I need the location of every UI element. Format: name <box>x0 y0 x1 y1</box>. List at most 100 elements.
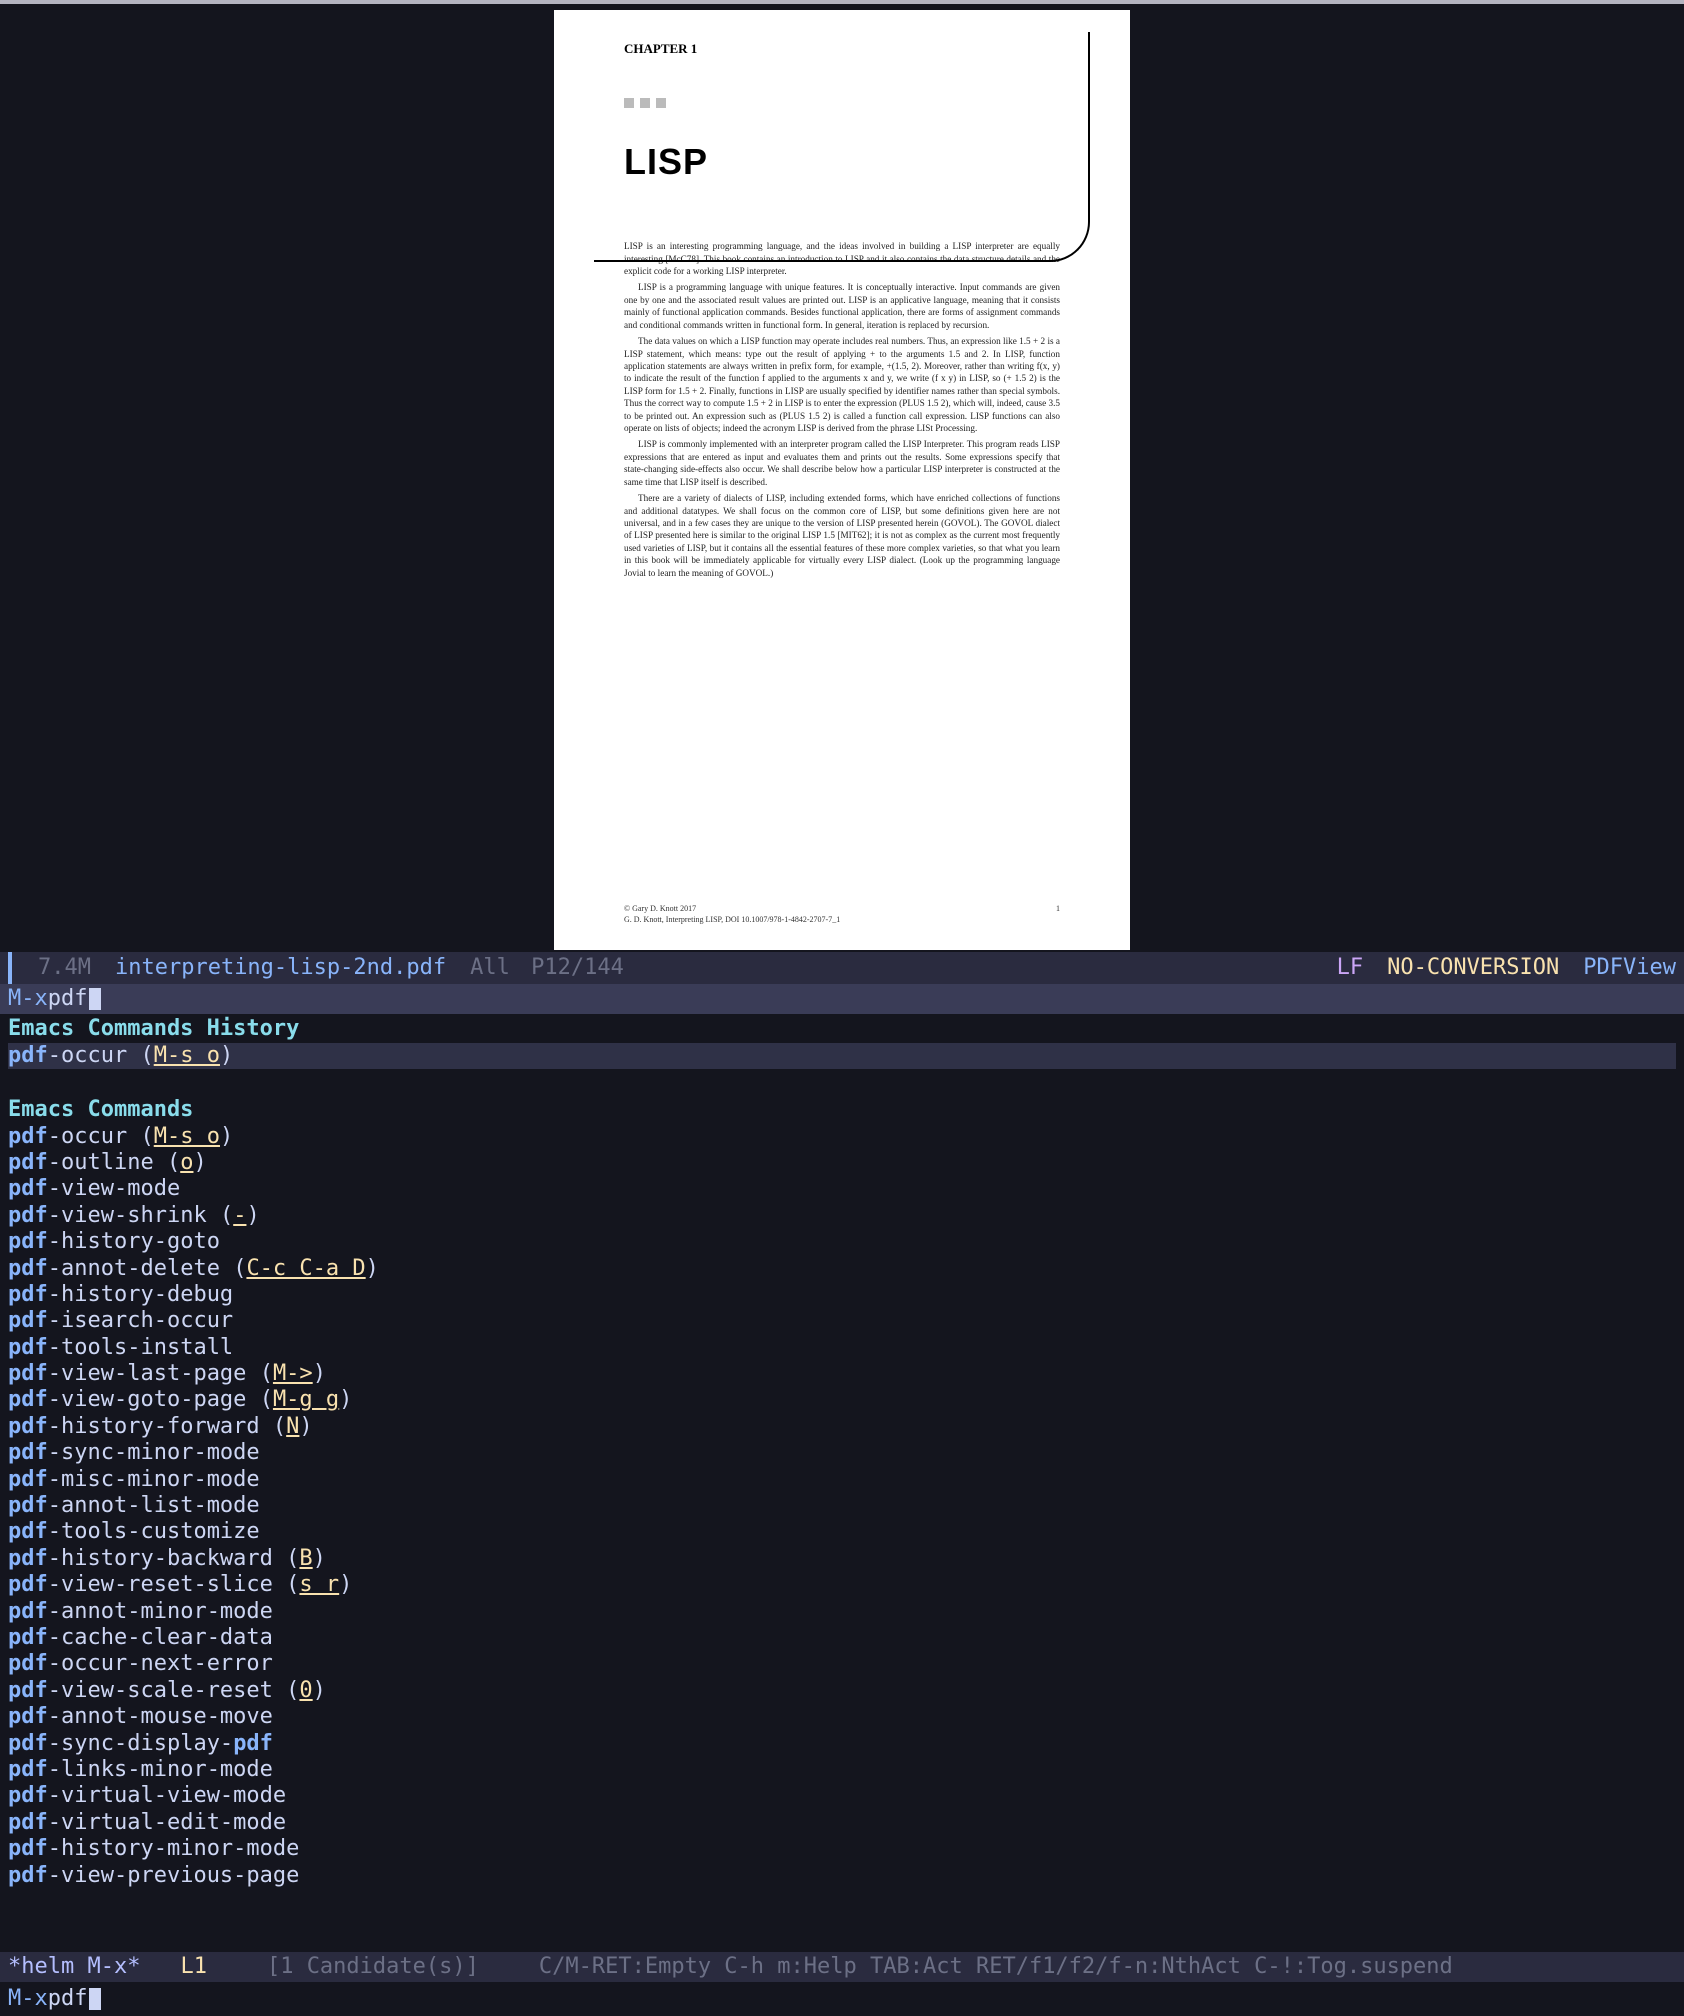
paren-close: ) <box>339 1572 352 1597</box>
helm-candidate-match: pdf <box>8 1651 48 1676</box>
helm-candidate-rest: -virtual-view-mode <box>48 1783 286 1808</box>
helm-candidate-match: pdf <box>8 1043 48 1068</box>
pdf-page-number: 1 <box>1056 904 1060 926</box>
helm-candidate[interactable]: pdf-annot-list-mode <box>8 1493 1676 1519</box>
helm-candidate[interactable]: pdf-outline (o) <box>8 1150 1676 1176</box>
cursor-icon <box>89 1988 101 2010</box>
helm-candidate[interactable]: pdf-sync-minor-mode <box>8 1440 1676 1466</box>
helm-candidate-rest: -view-mode <box>48 1176 180 1201</box>
pdf-paragraph: LISP is commonly implemented with an int… <box>624 438 1060 488</box>
helm-candidate-match: pdf <box>8 1440 48 1465</box>
helm-candidate-match: pdf <box>8 1572 48 1597</box>
helm-candidate-rest: -sync-minor-mode <box>48 1440 260 1465</box>
pdf-body-text: LISP is an interesting programming langu… <box>624 240 1060 579</box>
helm-candidate-match: pdf <box>8 1150 48 1175</box>
helm-candidate[interactable]: pdf-occur (M-s o) <box>8 1043 1676 1069</box>
modeline-coding: NO-CONVERSION <box>1387 955 1559 981</box>
helm-candidate-match: pdf <box>8 1467 48 1492</box>
helm-candidate[interactable]: pdf-view-scale-reset (0) <box>8 1678 1676 1704</box>
modeline-filesize: 7.4M <box>38 955 91 981</box>
helm-candidate[interactable]: pdf-virtual-edit-mode <box>8 1810 1676 1836</box>
paren-open: ( <box>233 1256 246 1281</box>
paren-open: ( <box>167 1150 180 1175</box>
helm-candidate[interactable]: pdf-annot-mouse-move <box>8 1704 1676 1730</box>
helm-candidate[interactable]: pdf-sync-display-pdf <box>8 1731 1676 1757</box>
helm-candidate-keybinding: - <box>233 1203 246 1228</box>
modeline-eol: LF <box>1337 955 1364 981</box>
helm-candidate[interactable]: pdf-view-mode <box>8 1176 1676 1202</box>
helm-candidate-rest: -links-minor-mode <box>48 1757 273 1782</box>
pdf-viewer-area[interactable]: CHAPTER 1 LISP LISP is an interesting pr… <box>0 4 1684 952</box>
helm-candidate-match: pdf <box>8 1836 48 1861</box>
helm-candidate-match: pdf <box>8 1124 48 1149</box>
minibuffer-prompt: M-x <box>8 986 48 1012</box>
pdf-page: CHAPTER 1 LISP LISP is an interesting pr… <box>554 10 1130 950</box>
helm-candidate[interactable]: pdf-cache-clear-data <box>8 1625 1676 1651</box>
minibuffer-prompt: M-x <box>8 1986 48 2012</box>
pdf-paragraph: The data values on which a LISP function… <box>624 335 1060 434</box>
helm-candidate[interactable]: pdf-history-backward (B) <box>8 1546 1676 1572</box>
helm-candidate[interactable]: pdf-view-reset-slice (s r) <box>8 1572 1676 1598</box>
helm-candidate-keybinding: M-s o <box>154 1043 220 1068</box>
helm-candidate-keybinding: M-> <box>273 1361 313 1386</box>
minibuffer-input-line[interactable]: M-x pdf <box>0 984 1684 1014</box>
helm-candidate-match: pdf <box>8 1678 48 1703</box>
helm-candidate-match: pdf <box>8 1203 48 1228</box>
helm-candidate-rest: -cache-clear-data <box>48 1625 273 1650</box>
paren-close: ) <box>313 1361 326 1386</box>
modeline-page: P12/144 <box>531 955 624 980</box>
helm-candidate-rest: -tools-customize <box>48 1519 260 1544</box>
paren-close: ) <box>246 1203 259 1228</box>
pdf-doi: G. D. Knott, Interpreting LISP, DOI 10.1… <box>624 915 840 926</box>
helm-section-header-commands: Emacs Commands <box>8 1097 1676 1123</box>
helm-candidate-rest: -view-scale-reset <box>48 1678 273 1703</box>
helm-candidate[interactable]: pdf-occur-next-error <box>8 1651 1676 1677</box>
helm-candidate-match: pdf <box>8 1810 48 1835</box>
helm-candidate[interactable]: pdf-annot-delete (C-c C-a D) <box>8 1256 1676 1282</box>
modeline-filename: interpreting-lisp-2nd.pdf <box>115 955 446 981</box>
helm-candidate[interactable]: pdf-occur (M-s o) <box>8 1124 1676 1150</box>
helm-candidate[interactable]: pdf-history-goto <box>8 1229 1676 1255</box>
helm-candidate-rest: -sync-display- <box>48 1731 233 1756</box>
helm-candidate[interactable]: pdf-isearch-occur <box>8 1308 1676 1334</box>
helm-candidate[interactable]: pdf-view-shrink (-) <box>8 1203 1676 1229</box>
pdf-copyright: © Gary D. Knott 2017 <box>624 904 840 915</box>
paren-open: ( <box>286 1546 299 1571</box>
helm-candidate[interactable]: pdf-virtual-view-mode <box>8 1783 1676 1809</box>
helm-completion-buffer[interactable]: Emacs Commands History pdf-occur (M-s o)… <box>0 1014 1684 1889</box>
helm-candidate[interactable]: pdf-history-debug <box>8 1282 1676 1308</box>
pdf-paragraph: LISP is a programming language with uniq… <box>624 281 1060 331</box>
helm-candidate-keybinding: s r <box>299 1572 339 1597</box>
helm-candidate[interactable]: pdf-tools-customize <box>8 1519 1676 1545</box>
chapter-label: CHAPTER 1 <box>624 40 1060 58</box>
helm-candidate-match: pdf <box>8 1176 48 1201</box>
helm-candidate[interactable]: pdf-history-minor-mode <box>8 1836 1676 1862</box>
helm-candidate[interactable]: pdf-view-last-page (M->) <box>8 1361 1676 1387</box>
paren-open: ( <box>140 1043 153 1068</box>
helm-candidate[interactable]: pdf-annot-minor-mode <box>8 1599 1676 1625</box>
helm-candidate-match: pdf <box>8 1625 48 1650</box>
helm-candidate-rest: -isearch-occur <box>48 1308 233 1333</box>
paren-close: ) <box>220 1043 233 1068</box>
helm-modeline: *helm M-x* L1 [1 Candidate(s)] C/M-RET:E… <box>0 1952 1684 1982</box>
helm-candidate-rest: -misc-minor-mode <box>48 1467 260 1492</box>
pdf-paragraph: There are a variety of dialects of LISP,… <box>624 492 1060 579</box>
cursor-icon <box>89 988 101 1010</box>
paren-open: ( <box>260 1361 273 1386</box>
helm-candidate[interactable]: pdf-view-previous-page <box>8 1863 1676 1889</box>
helm-candidate-rest: -annot-delete <box>48 1256 220 1281</box>
helm-candidate-match: pdf <box>8 1361 48 1386</box>
paren-close: ) <box>313 1546 326 1571</box>
helm-candidate[interactable]: pdf-misc-minor-mode <box>8 1467 1676 1493</box>
helm-candidate-match: pdf <box>8 1757 48 1782</box>
helm-candidate[interactable]: pdf-view-goto-page (M-g g) <box>8 1387 1676 1413</box>
helm-candidate[interactable]: pdf-tools-install <box>8 1335 1676 1361</box>
helm-candidate-rest: -outline <box>48 1150 154 1175</box>
chapter-title: LISP <box>624 138 1060 187</box>
helm-candidate-match: pdf <box>8 1308 48 1333</box>
helm-candidate-rest: -history-goto <box>48 1229 220 1254</box>
minibuffer-echo-area[interactable]: M-x pdf <box>0 1982 1684 2016</box>
helm-candidate[interactable]: pdf-history-forward (N) <box>8 1414 1676 1440</box>
helm-candidate-match: pdf <box>8 1387 48 1412</box>
helm-candidate[interactable]: pdf-links-minor-mode <box>8 1757 1676 1783</box>
